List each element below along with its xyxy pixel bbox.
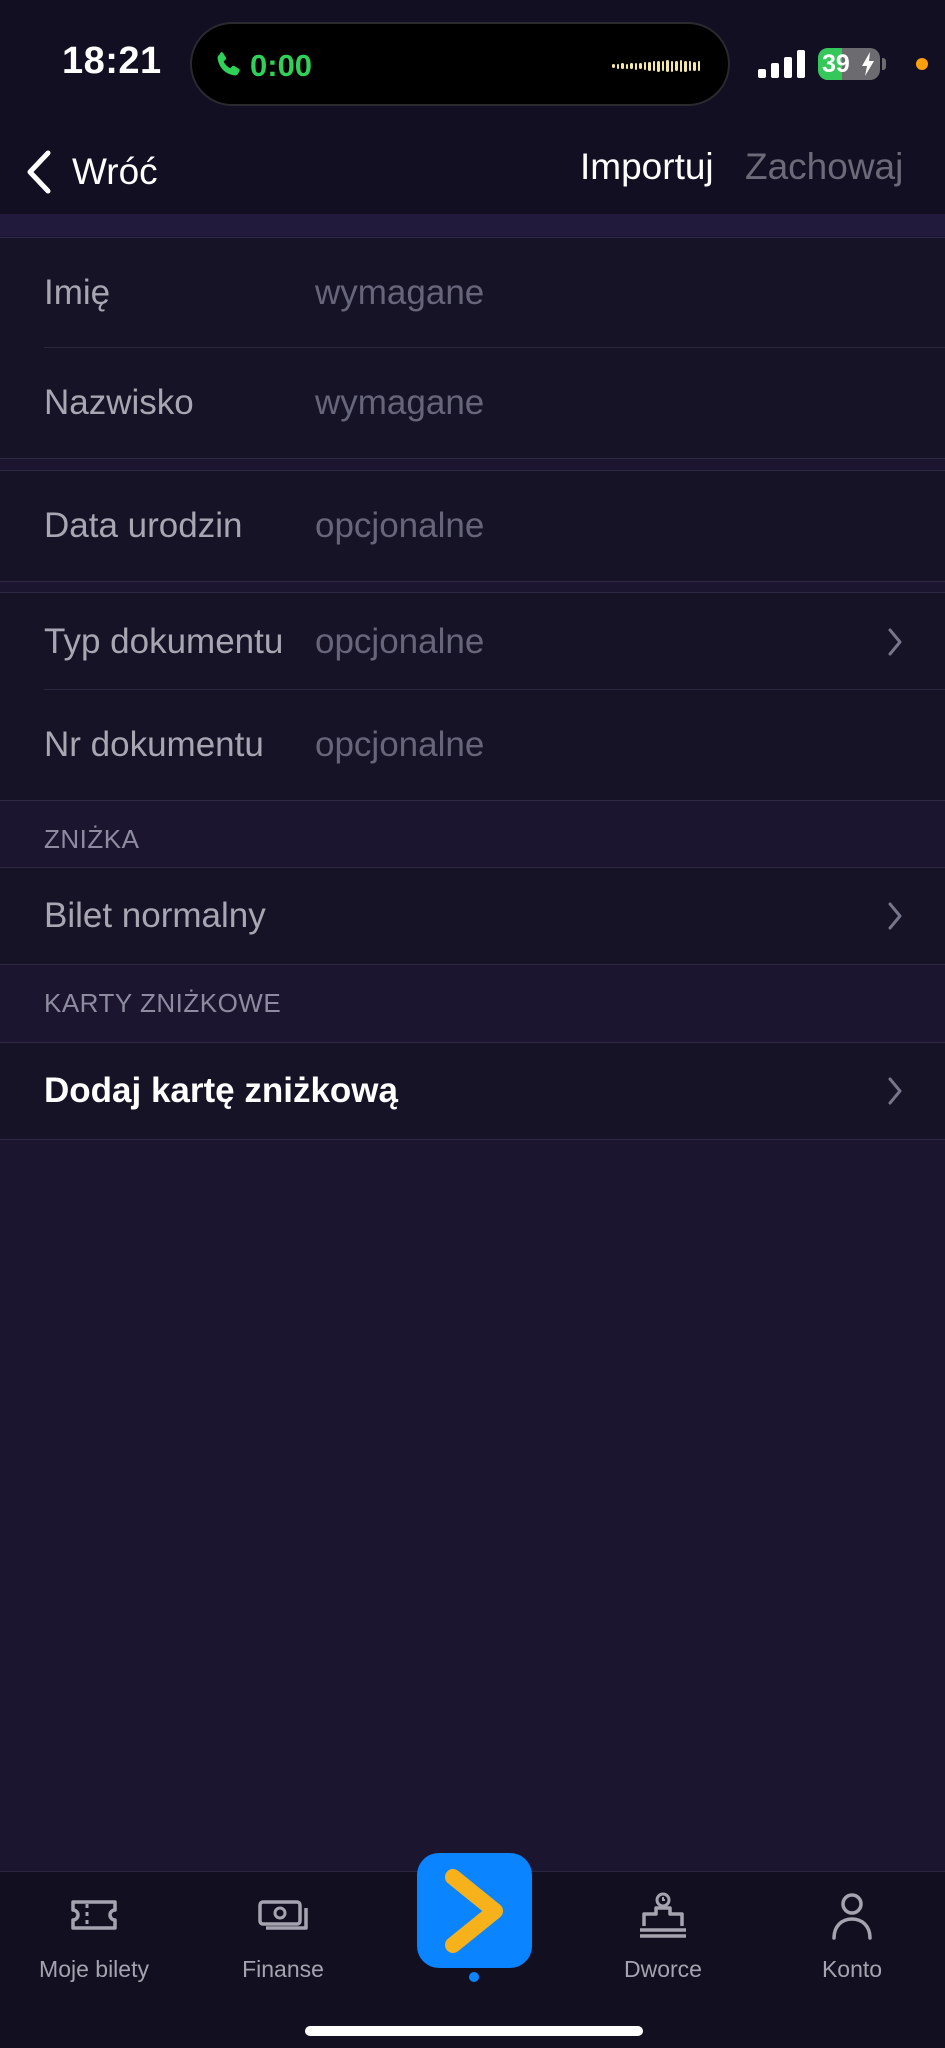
chevron-right-icon [888, 902, 902, 930]
cellular-signal-icon [758, 50, 805, 78]
discount-value: Bilet normalny [44, 896, 266, 935]
charging-bolt-icon [862, 52, 874, 76]
waveform-bar [643, 62, 646, 70]
tab-finances[interactable]: Finanse [203, 1890, 363, 1983]
waveform-bar [697, 61, 700, 71]
waveform-bar [625, 63, 628, 69]
nav-subbar [0, 214, 945, 236]
discount-cards-group: Dodaj kartę zniżkową [0, 1042, 945, 1140]
discount-row[interactable]: Bilet normalny [0, 868, 945, 964]
discount-section-header: ZNIŻKA [44, 824, 140, 854]
search-connection-button[interactable] [417, 1853, 532, 1968]
document-group: Typ dokumentu opcjonalne Nr dokumentu op… [0, 592, 945, 801]
chevron-right-icon [445, 1869, 503, 1953]
doc-type-field[interactable]: opcjonalne [315, 622, 484, 662]
save-button[interactable]: Zachowaj [745, 146, 903, 188]
tab-my-tickets[interactable]: Moje bilety [14, 1890, 174, 1983]
last-name-label: Nazwisko [44, 383, 194, 422]
waveform-bar [616, 63, 619, 69]
waveform-bar [684, 60, 687, 72]
dynamic-island-call[interactable]: 0:00 [190, 22, 730, 106]
birth-date-row[interactable]: Data urodzin opcjonalne [0, 471, 945, 581]
tab-label: Moje bilety [39, 1956, 149, 1982]
waveform-bar [661, 61, 664, 71]
tab-label: Konto [821, 1956, 883, 1982]
phone-icon [217, 52, 240, 76]
back-label: Wróć [72, 151, 158, 192]
doc-type-row[interactable]: Typ dokumentu opcjonalne [0, 593, 945, 690]
battery-percent: 39 [822, 50, 850, 78]
person-icon [832, 1893, 872, 1940]
waveform-bar [688, 61, 691, 71]
home-indicator[interactable] [305, 2026, 643, 2036]
waveform-bar [630, 63, 633, 69]
tab-label: Finanse [242, 1956, 324, 1982]
doc-number-row[interactable]: Nr dokumentu opcjonalne [0, 690, 945, 800]
waveform-bar [634, 62, 637, 70]
chevron-right-icon [888, 628, 902, 655]
waveform-bar [648, 61, 651, 71]
last-name-row[interactable]: Nazwisko wymagane [0, 348, 945, 458]
tab-account[interactable]: Konto [772, 1890, 932, 1983]
first-name-label: Imię [44, 273, 111, 312]
battery-nub [882, 58, 886, 70]
waveform-bar [666, 60, 669, 72]
waveform-bar [693, 61, 696, 71]
tab-label: Dworce [624, 1956, 702, 1982]
birth-date-group: Data urodzin opcjonalne [0, 470, 945, 582]
active-tab-indicator [469, 1972, 479, 1982]
import-button[interactable]: Importuj [580, 146, 714, 188]
battery-icon: 39 [818, 48, 880, 80]
waveform-bar [675, 61, 678, 71]
last-name-field[interactable]: wymagane [315, 383, 484, 423]
discount-group: Bilet normalny [0, 867, 945, 965]
chevron-right-icon [888, 1077, 902, 1105]
back-button[interactable]: Wróć [24, 142, 158, 202]
nav-bar: Wróć Importuj Zachowaj [0, 130, 945, 214]
station-icon [640, 1892, 686, 1938]
first-name-field[interactable]: wymagane [315, 273, 484, 313]
doc-number-field[interactable]: opcjonalne [315, 725, 484, 765]
tab-stations[interactable]: Dworce [583, 1890, 743, 1983]
name-group: Imię wymagane Nazwisko wymagane [0, 237, 945, 459]
waveform-bar [612, 64, 615, 68]
add-discount-card-row[interactable]: Dodaj kartę zniżkową [0, 1043, 945, 1139]
waveform-bar [639, 63, 642, 69]
waveform-bar [621, 63, 624, 69]
waveform-bar [679, 60, 682, 72]
status-time: 18:21 [62, 40, 162, 82]
status-bar: 18:21 0:00 39 [0, 0, 945, 130]
birth-date-field[interactable]: opcjonalne [315, 506, 484, 546]
chevron-left-icon [27, 150, 51, 194]
money-icon [258, 1900, 308, 1930]
call-duration: 0:00 [250, 48, 313, 83]
discount-cards-section-header: KARTY ZNIŻKOWE [44, 988, 282, 1018]
doc-number-label: Nr dokumentu [44, 725, 264, 764]
first-name-row[interactable]: Imię wymagane [0, 238, 945, 348]
waveform-bar [652, 61, 655, 71]
waveform-bar [670, 60, 673, 72]
ticket-icon [71, 1900, 117, 1930]
birth-date-label: Data urodzin [44, 506, 243, 545]
doc-type-label: Typ dokumentu [44, 621, 284, 661]
mic-indicator-dot [916, 58, 928, 70]
waveform-bar [657, 60, 660, 72]
add-discount-card-label: Dodaj kartę zniżkową [44, 1071, 398, 1110]
audio-waveform-icon [612, 60, 700, 72]
